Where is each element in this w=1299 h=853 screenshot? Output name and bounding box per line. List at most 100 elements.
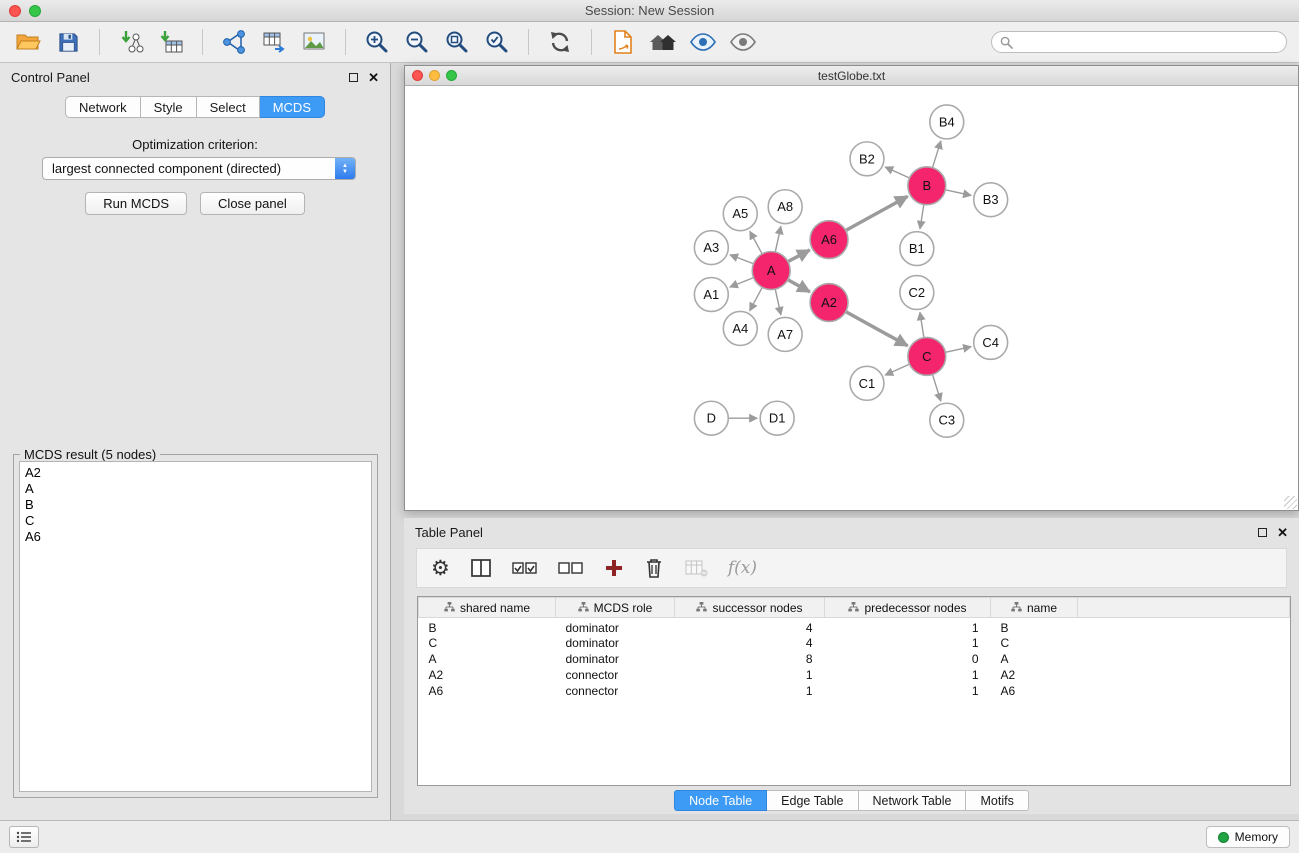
table-row[interactable]: Cdominator41C	[419, 635, 1290, 651]
network-close-button[interactable]	[412, 70, 423, 81]
birds-eye-view-button[interactable]	[725, 26, 761, 58]
refresh-view-button[interactable]	[542, 26, 578, 58]
close-window-button[interactable]	[9, 5, 21, 17]
run-mcds-button[interactable]: Run MCDS	[85, 192, 187, 215]
network-canvas[interactable]: B4B2BB3A5A8A6B1A3AC2A1A2A4A7C1CC4C3DD1	[405, 87, 1298, 510]
show-columns-button[interactable]	[470, 558, 492, 578]
resize-grip[interactable]	[1284, 496, 1297, 509]
show-graphics-details-button[interactable]	[685, 26, 721, 58]
graph-edge-C-C1[interactable]	[885, 364, 909, 375]
graph-edge-A2-C[interactable]	[846, 312, 908, 346]
network-graph[interactable]: B4B2BB3A5A8A6B1A3AC2A1A2A4A7C1CC4C3DD1	[405, 87, 1298, 510]
graph-edge-A-A2[interactable]	[788, 280, 810, 292]
tab-mcds[interactable]: MCDS	[260, 96, 325, 118]
column-header-mcds-role[interactable]: MCDS role	[556, 598, 675, 618]
import-network-button[interactable]	[113, 26, 149, 58]
graph-node-C2[interactable]: C2	[900, 276, 934, 310]
column-header-predecessor-nodes[interactable]: predecessor nodes	[825, 598, 991, 618]
graph-node-C1[interactable]: C1	[850, 366, 884, 400]
graph-node-B3[interactable]: B3	[974, 183, 1008, 217]
graph-edge-A-A7[interactable]	[775, 289, 781, 315]
table-row[interactable]: A6connector11A6	[419, 683, 1290, 699]
table-row[interactable]: A2connector11A2	[419, 667, 1290, 683]
column-header-successor-nodes[interactable]: successor nodes	[675, 598, 825, 618]
table-settings-button[interactable]: ⚙	[431, 558, 450, 579]
graph-edge-A-A1[interactable]	[730, 278, 754, 287]
float-panel-icon[interactable]	[349, 73, 358, 82]
task-history-button[interactable]	[9, 826, 39, 848]
tab-network-table[interactable]: Network Table	[859, 790, 967, 811]
zoom-fit-button[interactable]	[439, 26, 475, 58]
graph-edge-A-A5[interactable]	[750, 231, 762, 254]
graph-edge-A-A8[interactable]	[775, 226, 781, 252]
tab-node-table[interactable]: Node Table	[674, 790, 767, 811]
open-session-button[interactable]	[10, 26, 46, 58]
graph-node-C3[interactable]: C3	[930, 403, 964, 437]
zoom-window-button[interactable]	[29, 5, 41, 17]
delete-table-button-disabled[interactable]	[684, 558, 708, 578]
graph-edge-A-A3[interactable]	[730, 255, 754, 264]
graph-node-D[interactable]: D	[694, 401, 728, 435]
mcds-result-item[interactable]: C	[25, 513, 366, 529]
graph-edge-B-B1[interactable]	[920, 204, 924, 228]
column-header-shared-name[interactable]: shared name	[419, 598, 556, 618]
graph-node-B1[interactable]: B1	[900, 232, 934, 266]
delete-column-button[interactable]	[644, 557, 664, 579]
graph-node-B2[interactable]: B2	[850, 142, 884, 176]
close-panel-button[interactable]: Close panel	[200, 192, 305, 215]
graph-node-B4[interactable]: B4	[930, 105, 964, 139]
graph-node-A8[interactable]: A8	[768, 190, 802, 224]
open-recent-file-button[interactable]	[605, 26, 641, 58]
graph-edge-B-B3[interactable]	[945, 190, 971, 196]
column-header-name[interactable]: name	[991, 598, 1078, 618]
optimization-criterion-dropdown[interactable]: largest connected component (directed) ▲…	[42, 157, 356, 180]
node-table[interactable]: shared nameMCDS rolesuccessor nodesprede…	[417, 596, 1291, 786]
tab-select[interactable]: Select	[197, 96, 260, 118]
mcds-result-item[interactable]: A	[25, 481, 366, 497]
tab-style[interactable]: Style	[141, 96, 197, 118]
memory-button[interactable]: Memory	[1206, 826, 1290, 848]
search-field[interactable]	[991, 31, 1287, 53]
float-panel-icon[interactable]	[1258, 528, 1267, 537]
graph-node-C[interactable]: C	[908, 337, 946, 375]
graph-node-A2[interactable]: A2	[810, 284, 848, 322]
tab-network[interactable]: Network	[65, 96, 141, 118]
graph-edge-A-A6[interactable]	[788, 250, 810, 262]
graph-node-A4[interactable]: A4	[723, 311, 757, 345]
mcds-result-item[interactable]: A2	[25, 465, 366, 481]
mcds-result-item[interactable]: B	[25, 497, 366, 513]
graph-node-A[interactable]: A	[752, 252, 790, 290]
graph-node-A6[interactable]: A6	[810, 221, 848, 259]
export-table-button[interactable]	[256, 26, 292, 58]
tab-motifs[interactable]: Motifs	[966, 790, 1028, 811]
zoom-in-button[interactable]	[359, 26, 395, 58]
deselect-all-button[interactable]	[558, 559, 584, 577]
save-session-button[interactable]	[50, 26, 86, 58]
graph-edge-B-B4[interactable]	[932, 141, 940, 168]
mcds-result-item[interactable]: A6	[25, 529, 366, 545]
graph-node-A7[interactable]: A7	[768, 317, 802, 351]
zoom-selected-button[interactable]	[479, 26, 515, 58]
network-zoom-button[interactable]	[446, 70, 457, 81]
graph-edge-B-B2[interactable]	[885, 167, 909, 178]
close-panel-icon[interactable]: ✕	[1277, 526, 1288, 539]
tab-edge-table[interactable]: Edge Table	[767, 790, 858, 811]
graph-node-A1[interactable]: A1	[694, 278, 728, 312]
table-row[interactable]: Adominator80A	[419, 651, 1290, 667]
new-network-button[interactable]	[216, 26, 252, 58]
close-panel-icon[interactable]: ✕	[368, 71, 379, 84]
mcds-result-list[interactable]: A2ABCA6	[19, 461, 372, 792]
graph-edge-A-A4[interactable]	[750, 287, 763, 311]
import-table-button[interactable]	[153, 26, 189, 58]
zoom-out-button[interactable]	[399, 26, 435, 58]
graph-edge-C-C2[interactable]	[920, 312, 924, 337]
graph-edge-C-C3[interactable]	[932, 374, 940, 401]
graph-node-C4[interactable]: C4	[974, 325, 1008, 359]
graph-node-A3[interactable]: A3	[694, 231, 728, 265]
add-column-button[interactable]	[604, 558, 624, 578]
function-builder-button[interactable]: f(x)	[728, 558, 757, 578]
table-row[interactable]: Bdominator41B	[419, 618, 1290, 636]
network-minimize-button[interactable]	[429, 70, 440, 81]
graph-edge-C-C4[interactable]	[945, 347, 971, 353]
select-all-button[interactable]	[512, 559, 538, 577]
